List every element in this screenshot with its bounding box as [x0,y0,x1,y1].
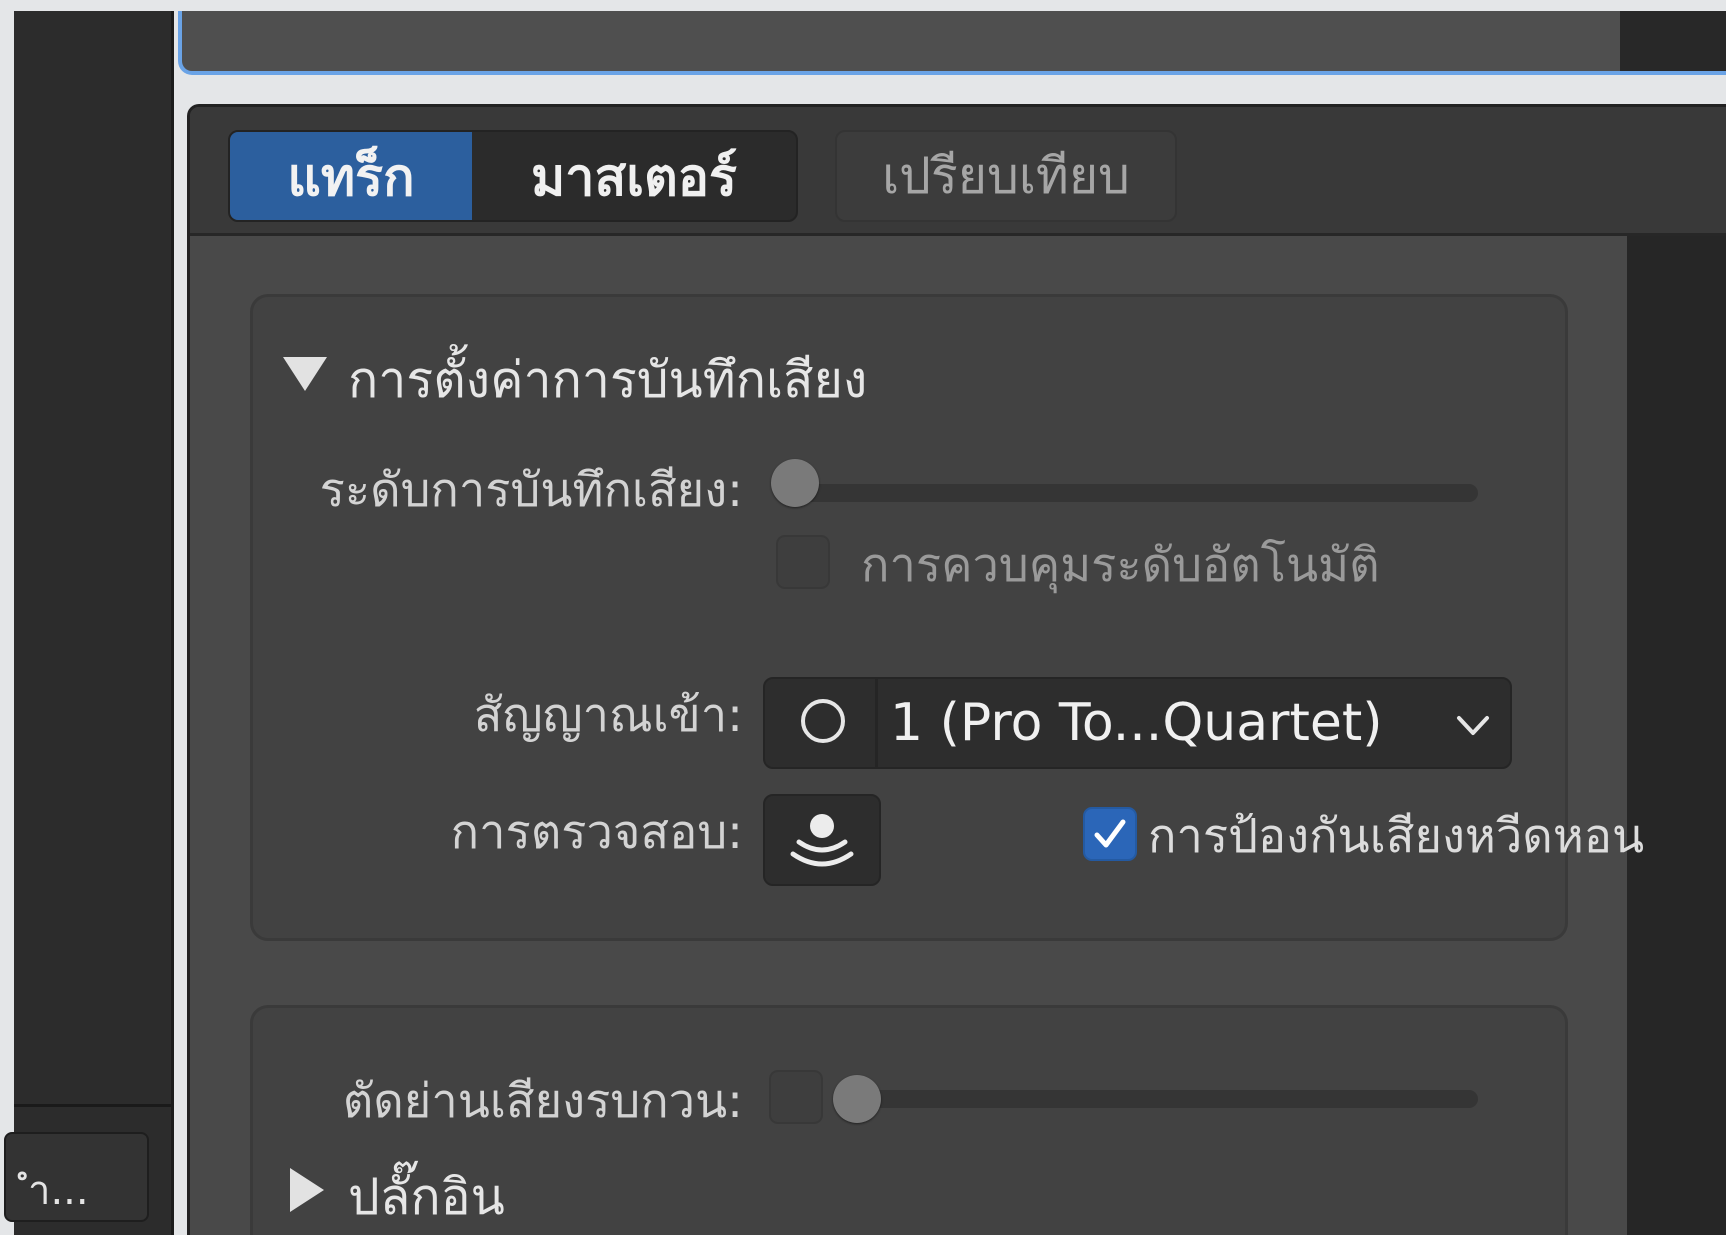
recording-settings-group: การตั้งค่าการบันทึกเสียง ระดับการบันทึกเ… [250,294,1644,941]
tab-strip: แทร็ก มาสเตอร์ เปรียบเทียบ [190,107,1726,236]
input-value: 1 (Pro To...Quartet) [890,693,1383,753]
disclosure-triangle-collapsed-icon[interactable] [290,1168,324,1212]
plugins-title[interactable]: ปลั๊กอิน [348,1158,505,1235]
input-popup-button[interactable]: 1 (Pro To...Quartet) [763,677,1512,769]
disclosure-triangle-expanded-icon[interactable] [283,357,327,391]
input-popup-divider [875,679,878,767]
auto-level-checkbox[interactable] [776,535,830,589]
recording-level-slider-track[interactable] [778,484,1478,502]
recording-level-label: ระดับการบันทึกเสียง: [319,463,743,518]
smart-controls-panel: แทร็ก มาสเตอร์ เปรียบเทียบ การตั้งค่าการ… [187,104,1726,1235]
noise-gate-label: ตัดย่านเสียงรบกวน: [342,1074,743,1129]
auto-level-label: การควบคุมระดับอัตโนมัติ [861,538,1380,593]
noise-gate-group: ตัดย่านเสียงรบกวน: ปลั๊กอิน [250,1005,1568,1235]
compare-button[interactable]: เปรียบเทียบ [835,130,1177,222]
mono-input-icon[interactable] [801,699,845,743]
track-master-segmented-control: แทร็ก มาสเตอร์ [228,130,798,222]
right-panel-edge [1627,236,1726,1235]
monitoring-button[interactable] [763,794,881,886]
left-bottom-button-label: ำ... [28,1168,89,1214]
monitoring-icon [790,814,854,867]
tab-master[interactable]: มาสเตอร์ [472,132,796,220]
recording-settings-title[interactable]: การตั้งค่าการบันทึกเสียง [348,341,867,420]
noise-gate-slider-thumb[interactable] [833,1075,881,1123]
tab-track[interactable]: แทร็ก [230,132,472,220]
left-panel: ำ... [4,11,174,1235]
feedback-protection-checkbox[interactable] [1083,807,1137,861]
feedback-protection-label: การป้องกันเสียงหวีดหอน [1148,809,1645,864]
noise-gate-checkbox[interactable] [769,1070,823,1124]
input-label: สัญญาณเข้า: [473,688,743,743]
monitoring-label: การตรวจสอบ: [450,805,743,860]
chevron-down-icon [1457,716,1489,735]
top-right-area [1620,11,1726,71]
noise-gate-slider-track[interactable] [843,1090,1478,1108]
checkmark-icon [1094,819,1126,848]
left-panel-divider [14,1104,171,1107]
recording-level-slider-thumb[interactable] [771,459,819,507]
focused-field[interactable] [178,11,1726,75]
